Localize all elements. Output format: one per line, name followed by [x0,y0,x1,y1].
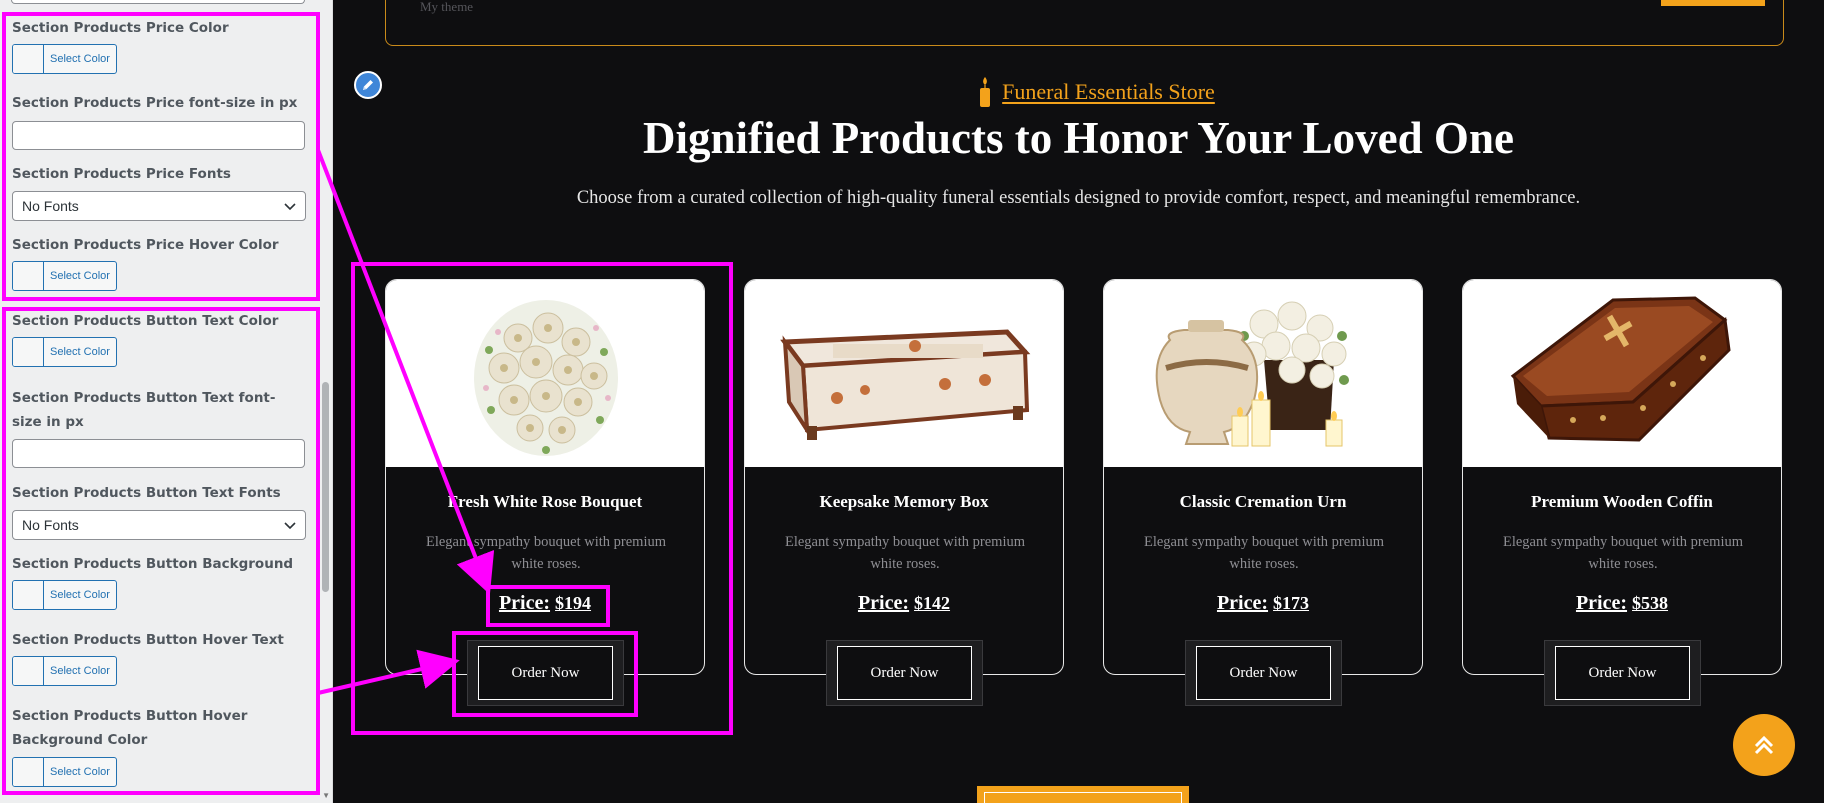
product-title: Premium Wooden Coffin [1531,492,1713,511]
field-label-button-text-fonts: Section Products Button Text Fonts [12,485,281,501]
field-label-button-hover-bg-color: Section Products Button Hover Background… [12,708,248,748]
banner-ghost-text: My theme [420,0,474,14]
button-text-font-size-input[interactable] [12,439,305,468]
truncated-input[interactable] [11,0,305,4]
field-label-price-color: Section Products Price Color [12,20,229,36]
button-text-fonts-select[interactable]: No Fonts [12,510,306,540]
chevron-down-icon [284,203,296,211]
color-swatch [13,581,44,609]
product-image-wooden-coffin [1463,280,1781,467]
product-card: Premium Wooden Coffin Elegant sympathy b… [1462,279,1782,675]
price-font-size-input[interactable] [12,121,305,150]
product-card: Fresh White Rose Bouquet Elegant sympath… [385,279,705,675]
order-now-button[interactable]: Order Now [1555,646,1690,700]
product-price: Price: $173 [1216,592,1310,614]
order-now-button[interactable]: Order Now [837,646,972,700]
button-bg-color-button[interactable]: Select Color [12,580,117,610]
color-swatch [13,758,44,786]
section-kicker: Funeral Essentials Store [333,76,1824,108]
product-image-memory-box [745,280,1063,467]
product-price: Price: $538 [1575,592,1669,614]
customizer-sidebar: Section Products Price Color Select Colo… [0,0,333,803]
product-title: Fresh White Rose Bouquet [447,492,643,511]
color-swatch [13,338,44,366]
color-swatch [13,45,44,73]
product-image-rose-bouquet [386,280,704,467]
section-heading: Dignified Products to Honor Your Loved O… [643,113,1514,163]
field-label-price-hover-color: Section Products Price Hover Color [12,237,279,253]
product-description: Elegant sympathy bouquet with premium wh… [1143,534,1384,572]
scroll-down-arrow-icon[interactable]: ▼ [322,791,330,800]
color-swatch [13,657,44,685]
field-label-price-fonts: Section Products Price Fonts [12,166,231,182]
order-button-frame: Order Now [826,640,983,706]
product-price: Price: $194 [498,592,592,614]
color-swatch [13,262,44,290]
chevron-down-icon [284,522,296,530]
product-card: Keepsake Memory Box Elegant sympathy bou… [744,279,1064,675]
candle-icon [980,77,991,107]
field-label-price-font-size: Section Products Price font-size in px [12,95,298,111]
product-card: Classic Cremation Urn Elegant sympathy b… [1103,279,1423,675]
banner-button[interactable] [1661,0,1765,6]
site-preview: My theme Funeral Essentials Store Dignif… [333,0,1824,803]
product-price: Price: $142 [857,592,951,614]
product-image-cremation-urn [1104,280,1422,467]
order-button-frame: Order Now [467,640,624,706]
order-now-button[interactable]: Order Now [1196,646,1331,700]
button-hover-text-color-button[interactable]: Select Color [12,656,117,686]
product-title: Classic Cremation Urn [1179,492,1347,511]
button-text-color-button[interactable]: Select Color [12,337,117,367]
price-color-button[interactable]: Select Color [12,44,117,74]
button-hover-bg-color-button[interactable]: Select Color [12,757,117,787]
price-hover-color-button[interactable]: Select Color [12,261,117,291]
order-now-button[interactable]: Order Now [478,646,613,700]
double-chevron-up-icon[interactable] [1733,714,1795,776]
view-more-button[interactable] [977,786,1189,803]
product-description: Elegant sympathy bouquet with premium wh… [425,534,666,572]
price-fonts-select[interactable]: No Fonts [12,191,306,221]
order-button-frame: Order Now [1544,640,1701,706]
section-subheading: Choose from a curated collection of high… [576,188,1581,208]
kicker-link[interactable]: Funeral Essentials Store [1002,79,1215,105]
order-button-frame: Order Now [1185,640,1342,706]
field-label-button-text-color: Section Products Button Text Color [12,313,279,329]
top-banner: My theme [385,0,1784,46]
sidebar-scrollbar-thumb[interactable] [322,382,329,592]
product-description: Elegant sympathy bouquet with premium wh… [784,534,1025,572]
product-description: Elegant sympathy bouquet with premium wh… [1502,534,1743,572]
field-label-button-text-font-size: Section Products Button Text font-size i… [12,390,276,430]
product-title: Keepsake Memory Box [819,492,989,511]
